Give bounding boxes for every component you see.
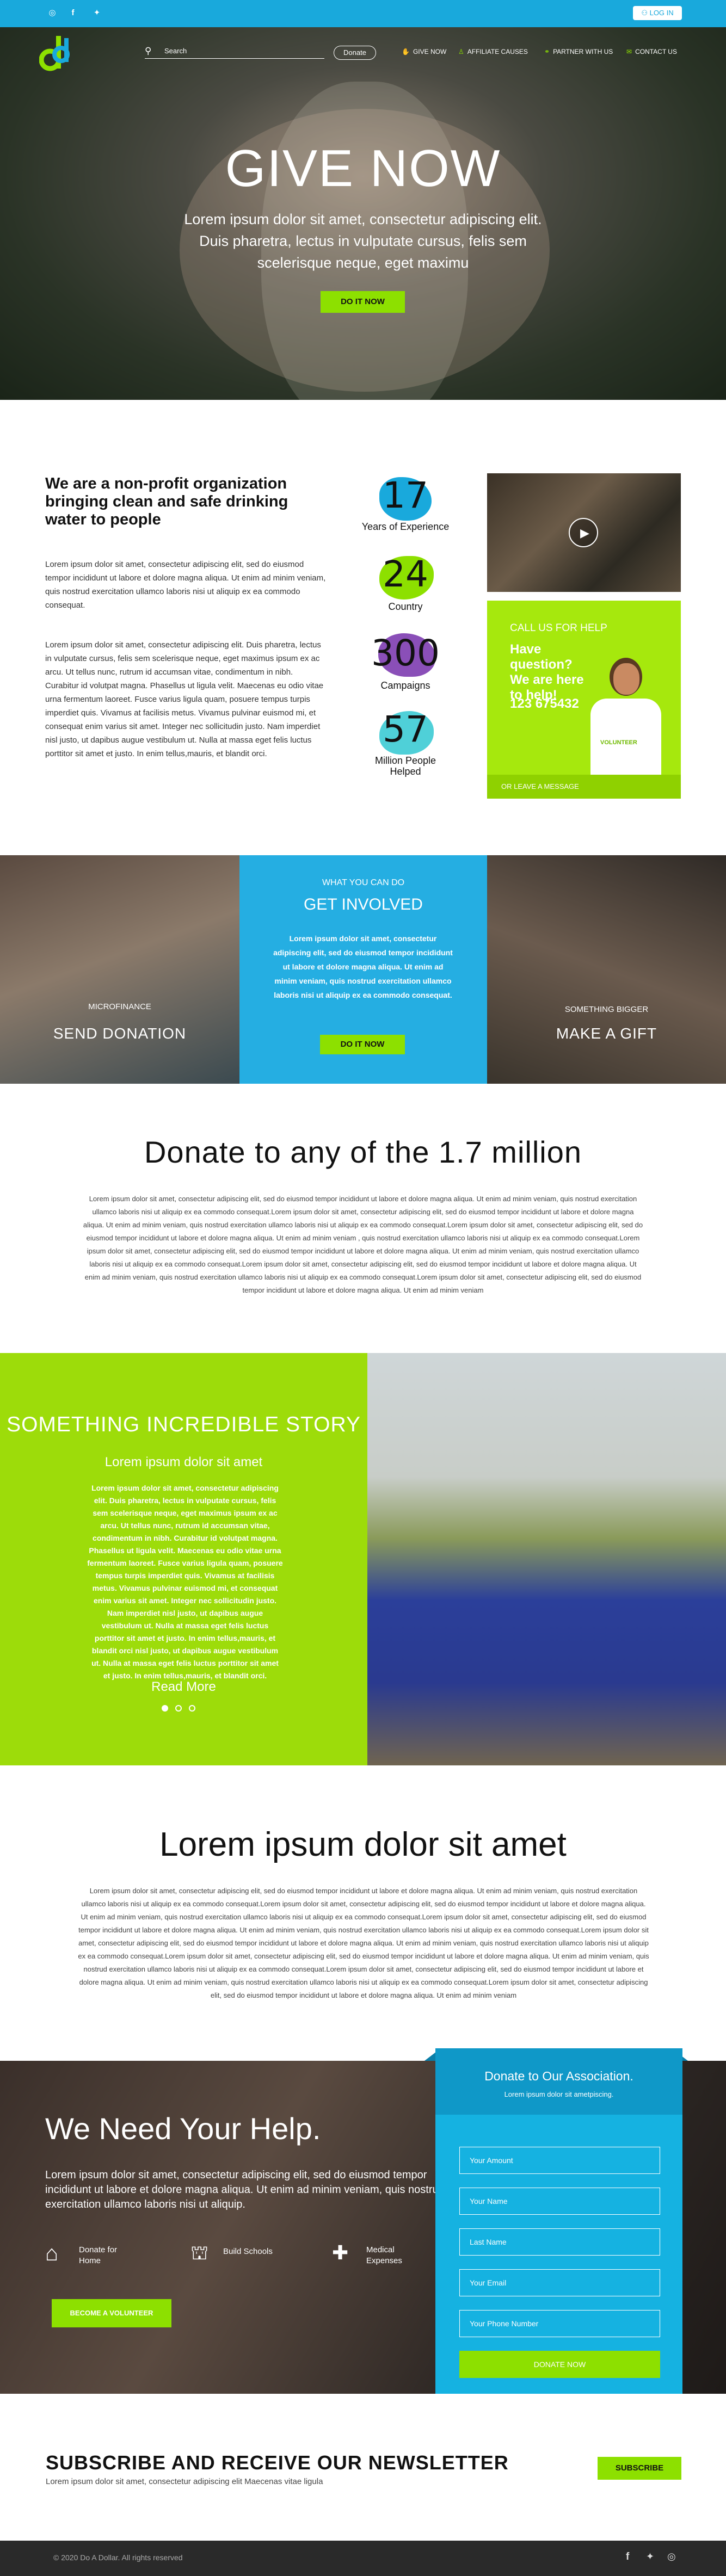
nav-contact-us[interactable]: ✉ CONTACT US [626,48,677,55]
lorem-text: Lorem ipsum dolor sit amet, consectetur … [78,1887,649,1999]
copyright: © 2020 Do A Dollar. All rights reserved [53,2553,183,2562]
call-us-label: CALL US FOR HELP [510,622,607,634]
story-title: SOMETHING INCREDIBLE STORY [7,1413,361,1436]
twitter-icon[interactable]: ✦ [91,8,102,18]
help-phone: 123 675432 [510,696,579,711]
last-name-field[interactable]: Last Name [459,2228,660,2256]
stat-1-number: 17 [383,474,428,516]
hero-cta-button[interactable]: DO IT NOW [321,291,405,313]
donate-nav-button[interactable]: Donate [334,46,376,60]
user-icon: ⚇ [641,9,650,17]
newsletter-heading: SUBSCRIBE AND RECEIVE OUR NEWSLETTER [46,2451,509,2474]
story-children-photo [367,1353,726,1765]
instagram-icon[interactable]: ◎ [667,2551,676,2562]
newsletter-subtitle: Lorem ipsum dolor sit amet, consectetur … [46,2477,323,2486]
school-icon: ⛫ [190,2241,209,2264]
footer: © 2020 Do A Dollar. All rights reserved … [0,2541,726,2576]
feature-medical-expenses: Medical Expenses [366,2245,402,2265]
make-a-gift-panel[interactable]: SOMETHING BIGGER MAKE A GIFT [487,855,726,1084]
lorem-heading: Lorem ipsum dolor sit amet [159,1826,567,1863]
twitter-icon[interactable]: ✦ [646,2551,654,2562]
carousel-dot[interactable] [175,1705,182,1712]
donate-form: Donate to Our Association. Lorem ipsum d… [435,2048,682,2394]
about-heading: We are a non-profit organization bringin… [45,475,288,528]
donate-now-button[interactable]: DONATE NOW [459,2351,660,2378]
stat-3-number: 300 [371,632,440,674]
donate-text: Lorem ipsum dolor sit amet, consectetur … [83,1195,643,1294]
need-help-text: Lorem ipsum dolor sit amet, consectetur … [45,2169,445,2210]
stat-1-label: Years of Experience [361,521,450,532]
nav-give-now[interactable]: ✋ GIVE NOW [402,48,446,55]
instagram-icon[interactable]: ◎ [47,8,58,18]
facebook-icon[interactable]: f [67,8,78,18]
name-field[interactable]: Your Name [459,2188,660,2215]
search-input[interactable]: ⚲ Search [145,46,324,59]
person-icon: ♙ [458,48,464,55]
help-box: CALL US FOR HELP Have question? We are h… [487,601,681,799]
story-subtitle: Lorem ipsum dolor sit amet [104,1455,263,1469]
play-button[interactable]: ▶ [569,518,598,547]
send-donation-panel[interactable]: MICROFINANCE SEND DONATION [0,855,239,1084]
handshake-icon: ⚭ [544,48,550,55]
about-paragraph-1: Lorem ipsum dolor sit amet, consectetur … [45,560,326,610]
read-more-link[interactable]: Read More [0,1679,367,1695]
help-question: Have question? We are here to help! [510,642,584,702]
volunteer-photo: VOLUNTEER [585,658,667,775]
nav-affiliate-causes[interactable]: ♙ AFFILIATE CAUSES [458,48,528,55]
stat-2-number: 24 [383,553,428,595]
get-involved-panel: WHAT YOU CAN DO GET INVOLVED Lorem ipsum… [239,855,487,1084]
stat-4-number: 57 [383,708,428,750]
story-panel: SOMETHING INCREDIBLE STORY Lorem ipsum d… [0,1353,367,1765]
top-bar: ◎ f ✦ ⚇ LOG IN [0,0,726,27]
hand-icon: ✋ [402,48,410,55]
get-involved-cta-button[interactable]: DO IT NOW [320,1035,405,1054]
medical-icon: ✚ [332,2241,349,2264]
feature-donate-home: Donate for Home [79,2245,118,2265]
logo[interactable] [39,34,71,73]
nav-partner-with-us[interactable]: ⚭ PARTNER WITH US [544,48,613,55]
stat-3-label: Campaigns [380,680,430,691]
stat-4-label: Million People Helped [374,755,436,777]
carousel-dot-active[interactable] [162,1705,168,1712]
phone-field[interactable]: Your Phone Number [459,2310,660,2337]
story-text: Lorem ipsum dolor sit amet, consectetur … [87,1484,283,1680]
hero-title: GIVE NOW [225,139,501,197]
donate-heading: Donate to any of the 1.7 million [144,1135,582,1169]
carousel-dot[interactable] [189,1705,195,1712]
need-help-heading: We Need Your Help. [45,2111,321,2146]
form-title: Donate to Our Association. [484,2069,633,2083]
facebook-icon[interactable]: f [626,2551,629,2563]
form-subtitle: Lorem ipsum dolor sit ametpiscing. [504,2090,614,2098]
subscribe-button[interactable]: SUBSCRIBE [598,2457,681,2480]
mail-icon: ✉ [626,48,632,55]
email-field[interactable]: Your Email [459,2269,660,2296]
feature-build-schools: Build Schools [223,2247,273,2256]
home-icon: ⌂ [45,2241,59,2265]
become-volunteer-button[interactable]: BECOME A VOLUNTEER [52,2299,171,2327]
login-button[interactable]: ⚇ LOG IN [633,6,682,20]
amount-field[interactable]: Your Amount [459,2147,660,2174]
search-icon: ⚲ [145,46,152,56]
leave-message-button[interactable]: OR LEAVE A MESSAGE [487,775,681,799]
about-paragraph-2: Lorem ipsum dolor sit amet, consectetur … [45,640,324,758]
stats-column: 17 Years of Experience 24 Country 300 Ca… [359,469,452,784]
video-thumbnail[interactable]: ▶ [487,473,681,592]
stat-2-label: Country [388,601,423,612]
hero-subtitle: Lorem ipsum dolor sit amet, consectetur … [184,211,542,271]
play-icon: ▶ [580,526,589,540]
